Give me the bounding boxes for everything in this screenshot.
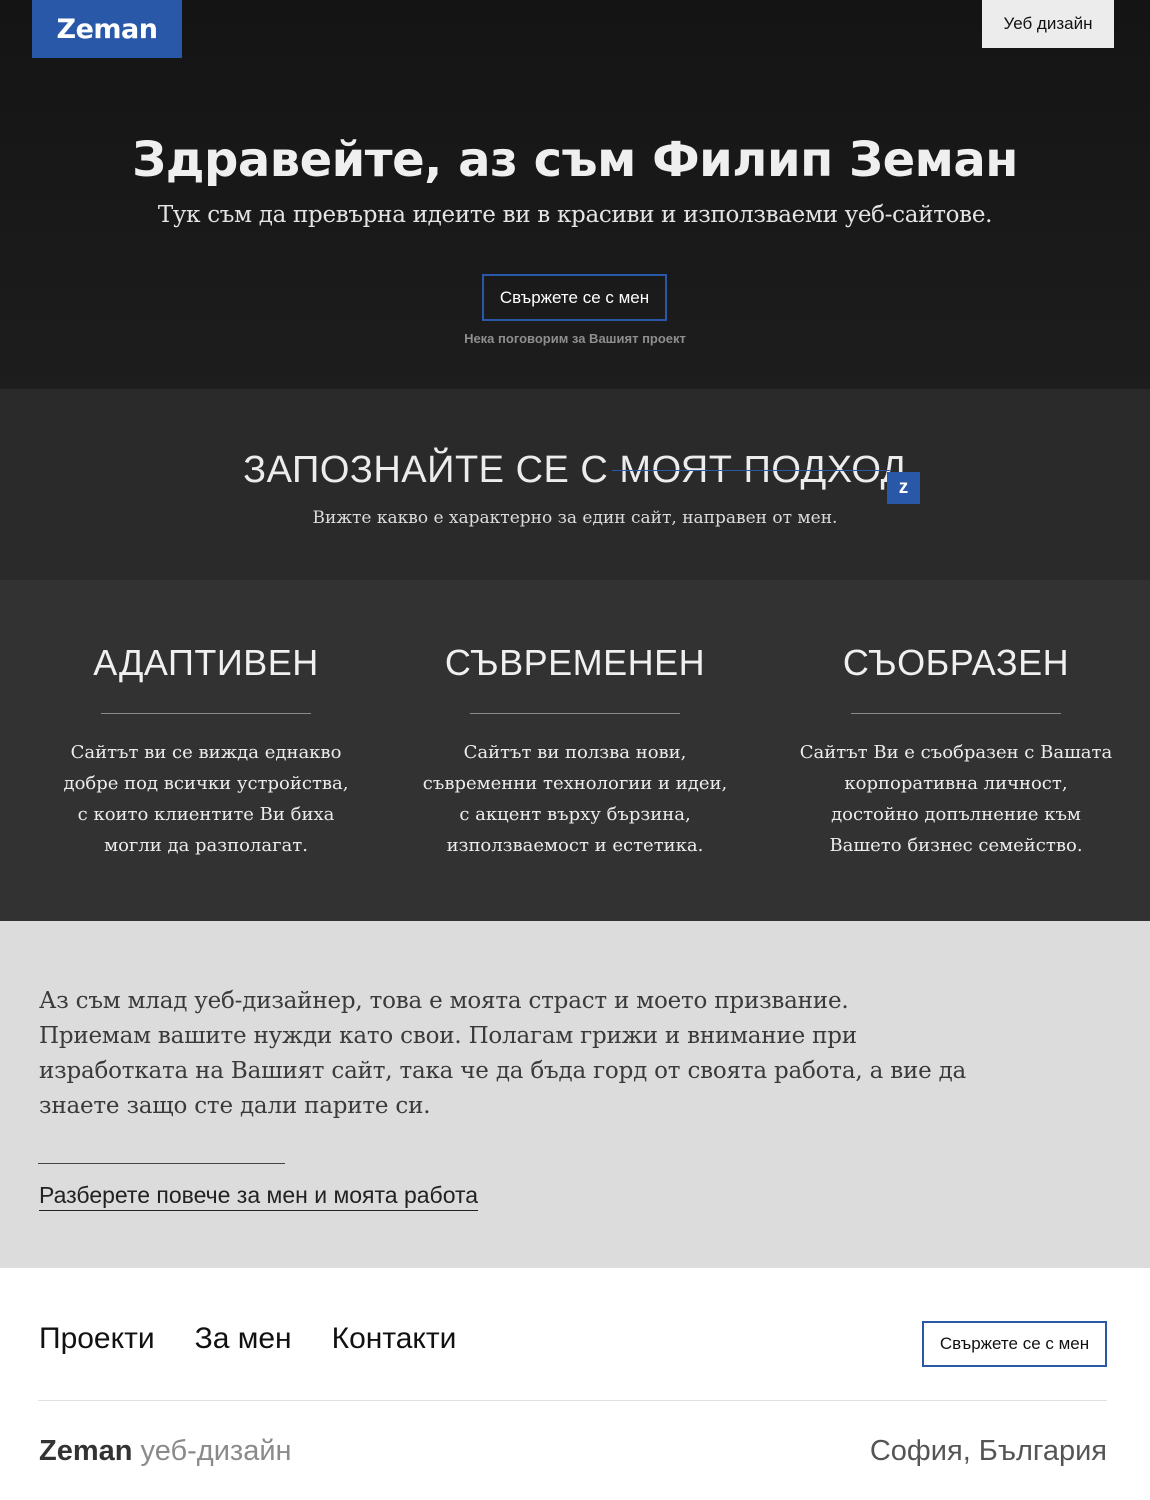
features-section: АДАПТИВЕН Сайтът ви се вижда еднакво доб… [0,580,1150,921]
feature-description: Сайтът Ви е съобразен с Вашата корпорати… [799,742,1113,856]
footer-location: София, България [869,1435,1107,1467]
approach-badge: z [887,472,920,504]
hero-note: Нека поговорим за Вашият проект [464,331,686,346]
feature-title: СЪОБРАЗЕН [842,642,1070,683]
web-design-button[interactable]: Уеб дизайн [982,0,1114,48]
feature-tailored: СЪОБРАЗЕН Сайтът Ви е съобразен с Вашата… [791,642,1121,861]
feature-divider [101,713,311,714]
feature-title: СЪВРЕМЕНЕН [444,642,706,683]
feature-divider [470,713,680,714]
hero-subtitle: Тук съм да превърна идеите ви в красиви … [157,202,993,228]
footer-nav-contacts[interactable]: Контакти [332,1322,457,1356]
approach-title: ЗАПОЗНАЙТЕ СЕ С МОЯТ ПОДХОД [243,449,907,491]
footer-nav-projects[interactable]: Проекти [39,1322,155,1356]
about-divider [38,1163,285,1164]
hero-title-name: аз съм Филип Земан [441,132,1018,188]
footer-brand-desc: уеб-дизайн [132,1435,292,1467]
feature-modern: СЪВРЕМЕНЕН Сайтът ви ползва нови, съврем… [410,642,740,861]
feature-adaptive: АДАПТИВЕН Сайтът ви се вижда еднакво доб… [41,642,371,861]
feature-divider [851,713,1061,714]
about-section: Аз съм млад уеб-дизайнер, това е моята с… [0,921,1150,1268]
learn-more-link[interactable]: Разберете повече за мен и моята работа [39,1182,479,1211]
approach-strike-line [612,470,890,471]
footer: Проекти За мен Контакти Свържете се с ме… [0,1268,1150,1500]
hero-title-greeting: Здравейте, [132,132,442,188]
contact-button[interactable]: Свържете се с мен [482,274,667,321]
feature-description: Сайтът ви ползва нови, съвременни технол… [422,742,728,856]
approach-section: ЗАПОЗНАЙТЕ СЕ С МОЯТ ПОДХОД z Вижте какв… [0,389,1150,580]
hero-title: Здравейте, аз съм Филип Земан [0,132,1150,188]
footer-nav: Проекти За мен Контакти [39,1322,456,1356]
footer-contact-button[interactable]: Свържете се с мен [922,1321,1107,1367]
feature-title: АДАПТИВЕН [93,642,319,683]
footer-brand: Zeman уеб-дизайн [39,1435,292,1468]
footer-brand-name: Zeman [39,1435,133,1467]
approach-subtitle: Вижте какво е характерно за един сайт, н… [312,508,838,528]
feature-description: Сайтът ви се вижда еднакво добре под вси… [63,742,349,856]
footer-divider [38,1400,1107,1401]
about-text: Аз съм млад уеб-дизайнер, това е моята с… [39,988,967,1119]
logo[interactable]: Zeman [32,0,182,58]
hero-section: Zeman Уеб дизайн Здравейте, аз съм Филип… [0,0,1150,389]
footer-nav-about[interactable]: За мен [195,1322,292,1356]
